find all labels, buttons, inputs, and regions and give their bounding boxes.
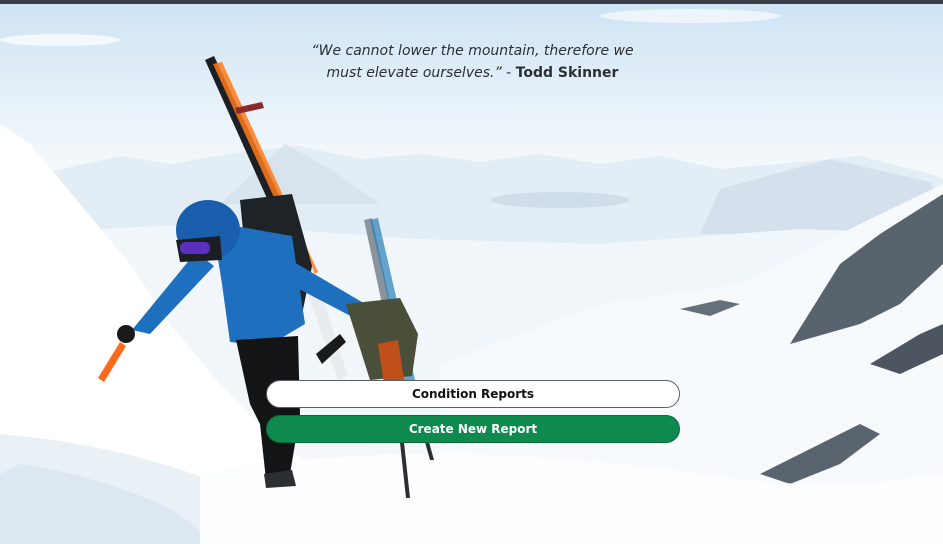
quote-separator: - xyxy=(501,65,516,81)
inspirational-quote: “We cannot lower the mountain, therefore… xyxy=(300,40,645,84)
condition-reports-button[interactable]: Condition Reports xyxy=(266,380,680,408)
hero-background: “We cannot lower the mountain, therefore… xyxy=(0,4,943,544)
mountain-climber-photo xyxy=(0,9,943,544)
top-strip xyxy=(0,0,943,4)
create-new-report-button[interactable]: Create New Report xyxy=(266,415,680,443)
condition-reports-label: Condition Reports xyxy=(411,387,535,401)
quote-author: Todd Skinner xyxy=(515,65,619,81)
create-new-report-label: Create New Report xyxy=(408,422,538,436)
